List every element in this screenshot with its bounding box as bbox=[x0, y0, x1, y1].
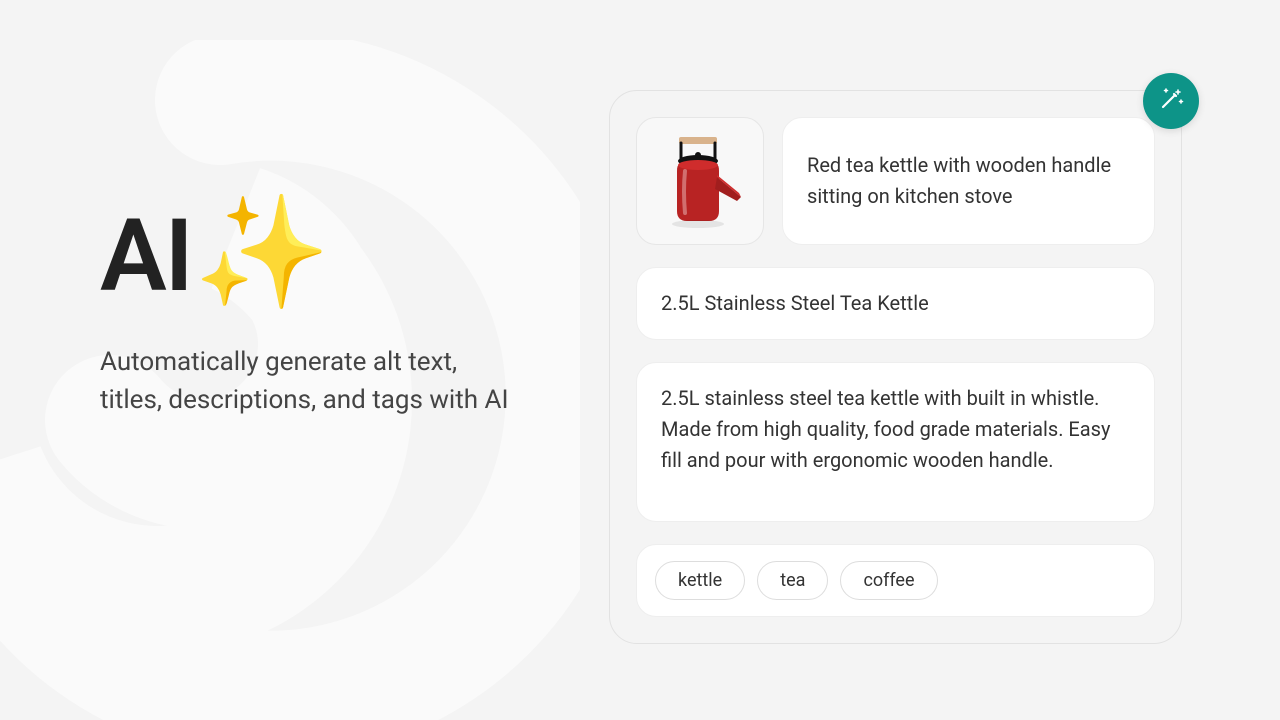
alt-text-value: Red tea kettle with wooden handle sittin… bbox=[807, 150, 1130, 212]
title-value: 2.5L Stainless Steel Tea Kettle bbox=[661, 291, 929, 315]
tag-chip[interactable]: kettle bbox=[655, 561, 745, 600]
ai-generate-button[interactable] bbox=[1143, 73, 1199, 129]
tag-chip[interactable]: tea bbox=[757, 561, 828, 600]
sparkles-icon: ✨ bbox=[194, 198, 331, 308]
tags-field[interactable]: kettle tea coffee bbox=[636, 544, 1155, 617]
product-image-kettle bbox=[636, 117, 764, 245]
headline-text: AI bbox=[100, 207, 192, 307]
alt-text-field[interactable]: Red tea kettle with wooden handle sittin… bbox=[782, 117, 1155, 245]
hero-section: AI ✨ Automatically generate alt text, ti… bbox=[100, 202, 520, 419]
magic-wand-icon bbox=[1157, 85, 1185, 117]
subheadline: Automatically generate alt text, titles,… bbox=[100, 344, 520, 419]
product-card: Red tea kettle with wooden handle sittin… bbox=[609, 90, 1182, 644]
headline: AI ✨ bbox=[100, 202, 520, 312]
title-field[interactable]: 2.5L Stainless Steel Tea Kettle bbox=[636, 267, 1155, 340]
description-value: 2.5L stainless steel tea kettle with bui… bbox=[661, 386, 1110, 472]
tag-chip[interactable]: coffee bbox=[840, 561, 937, 600]
description-field[interactable]: 2.5L stainless steel tea kettle with bui… bbox=[636, 362, 1155, 522]
